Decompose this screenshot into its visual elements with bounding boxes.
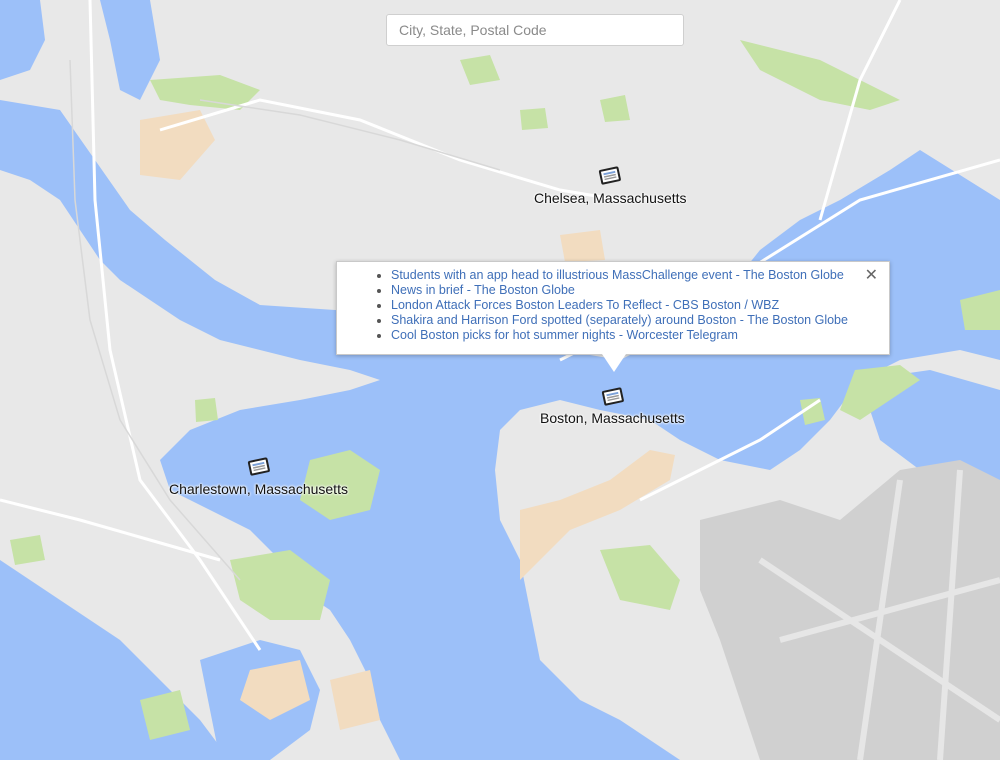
news-link[interactable]: News in brief - The Boston Globe	[391, 283, 575, 297]
list-item: Shakira and Harrison Ford spotted (separ…	[391, 313, 889, 328]
close-icon[interactable]: ✕	[865, 268, 878, 284]
list-item: News in brief - The Boston Globe	[391, 283, 889, 298]
news-link[interactable]: London Attack Forces Boston Leaders To R…	[391, 298, 779, 312]
map-canvas[interactable]	[0, 0, 1000, 760]
place-label-boston: Boston, Massachusetts	[540, 410, 685, 426]
place-label-chelsea: Chelsea, Massachusetts	[534, 190, 687, 206]
list-item: London Attack Forces Boston Leaders To R…	[391, 298, 889, 313]
place-label-charlestown: Charlestown, Massachusetts	[169, 481, 348, 497]
popup-pointer	[602, 354, 626, 372]
location-search-input[interactable]	[386, 14, 684, 46]
news-link[interactable]: Shakira and Harrison Ford spotted (separ…	[391, 313, 848, 327]
newspaper-icon	[247, 457, 270, 476]
newspaper-marker-boston[interactable]	[600, 385, 626, 409]
news-link[interactable]: Cool Boston picks for hot summer nights …	[391, 328, 738, 342]
news-link[interactable]: Students with an app head to illustrious…	[391, 268, 844, 282]
list-item: Students with an app head to illustrious…	[391, 268, 889, 283]
newspaper-icon	[601, 387, 624, 406]
list-item: Cool Boston picks for hot summer nights …	[391, 328, 889, 343]
newspaper-marker-charlestown[interactable]	[246, 455, 272, 479]
news-info-popup: ✕ Students with an app head to illustrio…	[336, 261, 890, 355]
news-list: Students with an app head to illustrious…	[337, 268, 889, 343]
newspaper-marker-chelsea[interactable]	[597, 164, 623, 188]
newspaper-icon	[598, 166, 621, 185]
